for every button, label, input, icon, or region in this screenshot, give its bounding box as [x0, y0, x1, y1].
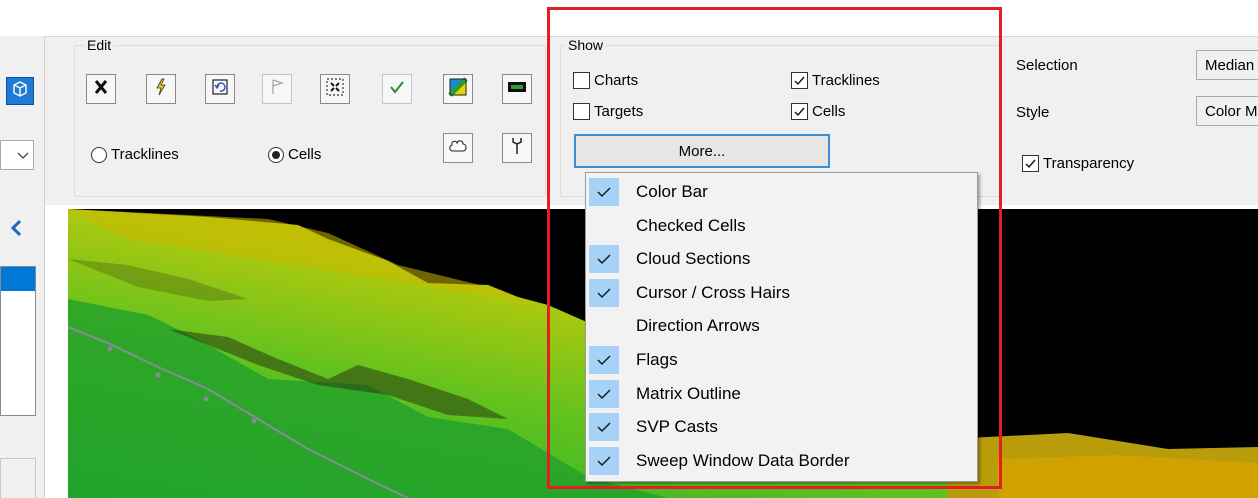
- menu-item-check: [589, 178, 619, 206]
- menu-item-check: [589, 312, 619, 340]
- style-dropdown[interactable]: Color M: [1196, 96, 1258, 126]
- menu-item[interactable]: Color Bar: [588, 176, 976, 208]
- bar-icon: [507, 80, 527, 98]
- undo-icon: [211, 78, 229, 100]
- show-tracklines-checkbox[interactable]: Tracklines: [791, 72, 880, 89]
- left-dropdown[interactable]: [0, 140, 34, 170]
- menu-item[interactable]: Cloud Sections: [588, 243, 976, 275]
- check-icon: [597, 422, 611, 433]
- charts-checkbox-box[interactable]: [573, 72, 590, 89]
- show-tracklines-checkbox-label: Tracklines: [812, 72, 880, 89]
- show-group-title: Show: [565, 37, 607, 53]
- edit-group-title: Edit: [84, 37, 115, 53]
- menu-item-check: [589, 446, 619, 475]
- cells-radio-dot[interactable]: [268, 146, 284, 163]
- cloud-tool-button[interactable]: [443, 133, 473, 163]
- menu-item-label: Color Bar: [636, 182, 708, 201]
- left-back-icon[interactable]: [6, 216, 26, 240]
- menu-item-check: [589, 346, 619, 374]
- flag-icon: [269, 78, 285, 100]
- check-icon: [597, 389, 611, 399]
- menu-item-check: [589, 212, 619, 240]
- targets-checkbox-label: Targets: [594, 103, 644, 120]
- left-3d-button[interactable]: [6, 77, 34, 105]
- check-icon: [597, 456, 611, 466]
- menu-item-check: [589, 413, 619, 442]
- selection-dropdown[interactable]: Median: [1196, 50, 1258, 80]
- flag-tool-button[interactable]: [262, 74, 292, 104]
- left-list-selected-row[interactable]: [1, 267, 35, 291]
- menu-item-label: Direction Arrows: [636, 316, 760, 336]
- check-icon: [597, 254, 611, 265]
- left-bottom-box: [0, 458, 36, 498]
- menu-item-check: [589, 278, 619, 307]
- charts-checkbox[interactable]: Charts: [573, 72, 638, 89]
- selection-label: Selection: [1016, 57, 1078, 74]
- checkmark-icon: [388, 78, 406, 100]
- transparency-checkbox-box[interactable]: [1022, 155, 1039, 172]
- tracklines-radio[interactable]: Tracklines: [91, 146, 179, 163]
- menu-item-label: SVP Casts: [636, 417, 718, 437]
- menu-item-label: Sweep Window Data Border: [636, 450, 850, 470]
- menu-item[interactable]: Cursor / Cross Hairs: [588, 277, 976, 309]
- menu-item[interactable]: Checked Cells: [588, 210, 976, 242]
- cloud-icon: [448, 138, 468, 158]
- cells-radio-label: Cells: [288, 146, 322, 163]
- menu-item-check: [589, 379, 619, 408]
- menu-item[interactable]: Direction Arrows: [588, 310, 976, 342]
- check-icon: [794, 107, 805, 117]
- style-label: Style: [1016, 104, 1050, 121]
- show-cells-checkbox-label: Cells: [812, 103, 846, 120]
- more-button-label: More...: [678, 142, 726, 160]
- accept-tool-button[interactable]: [382, 74, 412, 104]
- style-value: Color M: [1205, 103, 1258, 120]
- chevron-down-icon: [17, 147, 29, 164]
- show-cells-checkbox-box[interactable]: [791, 103, 808, 120]
- show-cells-checkbox[interactable]: Cells: [791, 103, 845, 120]
- menu-item[interactable]: Flags: [588, 344, 976, 376]
- more-button[interactable]: More...: [574, 134, 830, 168]
- more-menu: Color Bar Checked Cells Cloud Sections Curs…: [585, 172, 978, 482]
- tracklines-radio-dot[interactable]: [91, 146, 107, 163]
- menu-item-label: Cursor / Cross Hairs: [636, 282, 790, 302]
- lightning-icon: [153, 78, 169, 100]
- menu-item-label: Flags: [636, 350, 678, 369]
- menu-item[interactable]: SVP Casts: [588, 411, 976, 443]
- cells-radio[interactable]: Cells: [268, 146, 321, 163]
- menu-item[interactable]: Sweep Window Data Border: [588, 445, 976, 477]
- check-icon: [597, 355, 611, 366]
- menu-item-label: Cloud Sections: [636, 249, 751, 269]
- cube-icon: [12, 81, 28, 101]
- check-icon: [794, 76, 805, 86]
- targets-checkbox[interactable]: Targets: [573, 103, 643, 120]
- charts-checkbox-label: Charts: [594, 72, 639, 89]
- select-area-tool-button[interactable]: [320, 74, 350, 104]
- delete-tool-button[interactable]: [86, 74, 116, 104]
- color-bar-tool-button[interactable]: [502, 74, 532, 104]
- edit-group: [74, 45, 546, 197]
- check-icon: [597, 187, 611, 198]
- tracklines-radio-label: Tracklines: [111, 146, 179, 163]
- menu-item-label: Matrix Outline: [636, 383, 741, 403]
- left-list[interactable]: [0, 266, 36, 416]
- check-icon: [597, 288, 611, 298]
- menu-item-check: [589, 245, 619, 274]
- transparency-checkbox[interactable]: Transparency: [1022, 155, 1134, 172]
- top-strip: [0, 0, 1258, 36]
- lightning-tool-button[interactable]: [146, 74, 176, 104]
- transparency-checkbox-label: Transparency: [1043, 155, 1135, 172]
- color-ramp-icon: [448, 77, 468, 101]
- pick-x-icon: [92, 78, 110, 100]
- targets-checkbox-box[interactable]: [573, 103, 590, 120]
- wrench-icon: [510, 136, 524, 160]
- undo-tool-button[interactable]: [205, 74, 235, 104]
- color-map-tool-button[interactable]: [443, 74, 473, 104]
- wrench-tool-button[interactable]: [502, 133, 532, 163]
- show-tracklines-checkbox-box[interactable]: [791, 72, 808, 89]
- menu-item[interactable]: Matrix Outline: [588, 378, 976, 410]
- select-area-icon: [325, 77, 345, 101]
- menu-item-label: Checked Cells: [636, 215, 746, 235]
- check-icon: [1025, 159, 1036, 169]
- selection-value: Median: [1205, 57, 1255, 74]
